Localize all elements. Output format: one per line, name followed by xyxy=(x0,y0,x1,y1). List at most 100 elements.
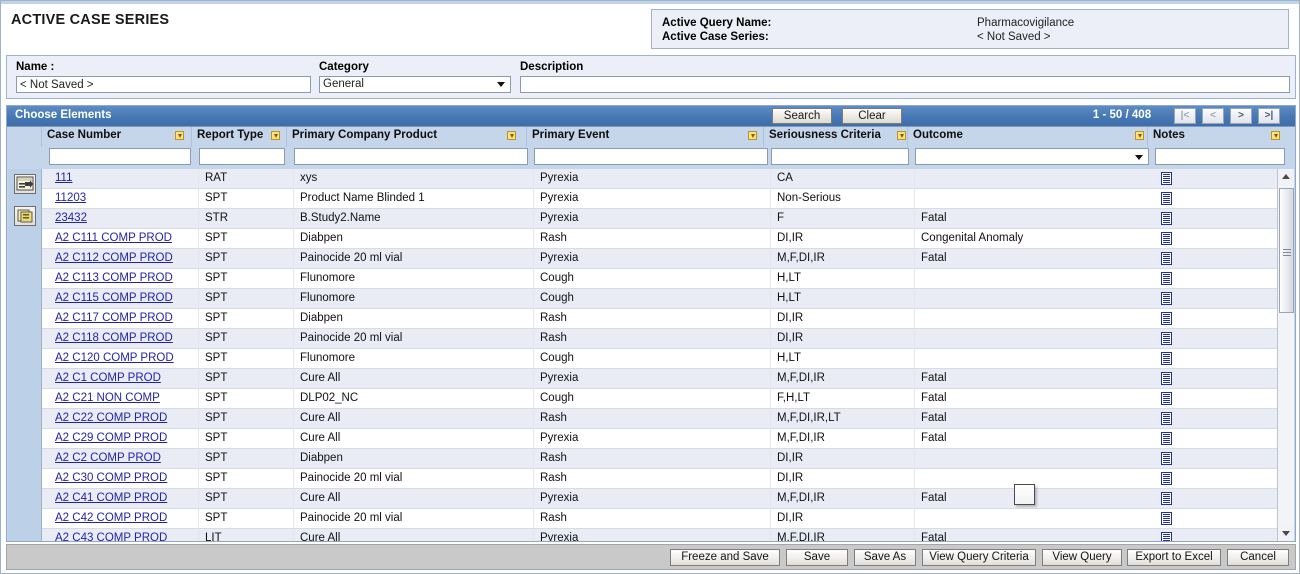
grid-vertical-scrollbar[interactable] xyxy=(1277,169,1294,541)
table-row[interactable]: 11203 SPT Product Name Blinded 1 Pyrexia Non… xyxy=(42,189,1278,209)
notes-icon[interactable] xyxy=(1161,352,1172,365)
notes-icon[interactable] xyxy=(1161,492,1172,505)
column-menu-icon[interactable] xyxy=(507,131,516,140)
filter-select-outcome[interactable] xyxy=(915,148,1149,165)
table-row[interactable]: 111 RAT xys Pyrexia CA xyxy=(42,169,1278,189)
table-row[interactable]: A2 C117 COMP PROD SPT Diabpen Rash DI,IR xyxy=(42,309,1278,329)
column-menu-icon[interactable] xyxy=(175,131,184,140)
search-button[interactable]: Search xyxy=(772,108,832,124)
column-header-report-type[interactable]: Report Type xyxy=(197,129,263,141)
case-number-link[interactable]: A2 C30 COMP PROD xyxy=(55,472,192,484)
notes-icon[interactable] xyxy=(1161,252,1172,265)
table-row[interactable]: A2 C22 COMP PROD SPT Cure All Rash M,F,DI,IR… xyxy=(42,409,1278,429)
pagination-prev-button[interactable]: < xyxy=(1202,108,1224,124)
save-button[interactable]: Save xyxy=(786,549,848,566)
remove-from-case-series-icon[interactable] xyxy=(14,206,36,226)
table-row[interactable]: A2 C41 COMP PROD SPT Cure All Pyrexia M,F,DI… xyxy=(42,489,1278,509)
description-input[interactable] xyxy=(520,76,1290,93)
table-row[interactable]: A2 C2 COMP PROD SPT Diabpen Rash DI,IR xyxy=(42,449,1278,469)
filter-input-notes[interactable] xyxy=(1155,148,1285,165)
case-number-link[interactable]: A2 C21 NON COMP xyxy=(55,392,192,404)
column-header-notes[interactable]: Notes xyxy=(1153,129,1185,141)
notes-icon[interactable] xyxy=(1161,372,1172,385)
column-menu-icon[interactable] xyxy=(1271,131,1280,140)
case-number-link[interactable]: A2 C41 COMP PROD xyxy=(55,492,192,504)
view-query-button[interactable]: View Query xyxy=(1042,549,1122,566)
case-number-link[interactable]: A2 C1 COMP PROD xyxy=(55,372,192,384)
freeze-and-save-button[interactable]: Freeze and Save xyxy=(670,549,780,566)
table-row[interactable]: A2 C118 COMP PROD SPT Painocide 20 ml vial… xyxy=(42,329,1278,349)
name-input[interactable] xyxy=(16,76,311,93)
notes-icon[interactable] xyxy=(1161,172,1172,185)
table-row[interactable]: A2 C42 COMP PROD SPT Painocide 20 ml vial R… xyxy=(42,509,1278,529)
case-number-link[interactable]: 23432 xyxy=(55,212,192,224)
case-number-link[interactable]: A2 C117 COMP PROD xyxy=(55,312,192,324)
column-menu-icon[interactable] xyxy=(897,131,906,140)
notes-icon[interactable] xyxy=(1161,312,1172,325)
clear-button[interactable]: Clear xyxy=(842,108,902,124)
table-row[interactable]: A2 C113 COMP PROD SPT Flunomore Cough H,LT xyxy=(42,269,1278,289)
table-row[interactable]: A2 C43 COMP PROD LIT Cure All Pyrexia M,F,DI… xyxy=(42,529,1278,541)
notes-icon[interactable] xyxy=(1161,452,1172,465)
column-header-primary-event[interactable]: Primary Event xyxy=(532,129,609,141)
notes-icon[interactable] xyxy=(1161,212,1172,225)
case-number-link[interactable]: A2 C112 COMP PROD xyxy=(55,252,192,264)
notes-icon[interactable] xyxy=(1161,232,1172,245)
scroll-up-icon[interactable] xyxy=(1278,169,1294,185)
save-as-button[interactable]: Save As xyxy=(854,549,916,566)
pagination-last-button[interactable]: >| xyxy=(1258,108,1280,124)
table-row[interactable]: 23432 STR B.Study2.Name Pyrexia F Fatal xyxy=(42,209,1278,229)
filter-input-seriousness-criteria[interactable] xyxy=(771,148,909,165)
case-number-link[interactable]: 111 xyxy=(55,172,192,184)
table-row[interactable]: A2 C21 NON COMP SPT DLP02_NC Cough F,H,LT Fat… xyxy=(42,389,1278,409)
notes-icon[interactable] xyxy=(1161,512,1172,525)
case-number-link[interactable]: A2 C115 COMP PROD xyxy=(55,292,192,304)
category-select[interactable]: General xyxy=(319,76,511,93)
case-number-link[interactable]: A2 C43 COMP PROD xyxy=(55,532,192,541)
filter-input-case-number[interactable] xyxy=(49,148,191,165)
notes-icon[interactable] xyxy=(1161,332,1172,345)
scroll-down-icon[interactable] xyxy=(1278,525,1294,541)
notes-icon[interactable] xyxy=(1161,272,1172,285)
case-number-link[interactable]: A2 C29 COMP PROD xyxy=(55,432,192,444)
column-header-seriousness-criteria[interactable]: Seriousness Criteria xyxy=(769,129,881,141)
table-row[interactable]: A2 C111 COMP PROD SPT Diabpen Rash DI,IR Cong… xyxy=(42,229,1278,249)
column-header-outcome[interactable]: Outcome xyxy=(913,129,963,141)
table-row[interactable]: A2 C30 COMP PROD SPT Painocide 20 ml vial R… xyxy=(42,469,1278,489)
filter-input-primary-company-product[interactable] xyxy=(294,148,528,165)
notes-icon[interactable] xyxy=(1161,412,1172,425)
column-menu-icon[interactable] xyxy=(271,131,280,140)
table-row[interactable]: A2 C115 COMP PROD SPT Flunomore Cough H,LT xyxy=(42,289,1278,309)
case-number-link[interactable]: A2 C111 COMP PROD xyxy=(55,232,192,244)
scrollbar-thumb[interactable] xyxy=(1279,188,1294,313)
export-to-excel-button[interactable]: Export to Excel xyxy=(1127,549,1221,566)
notes-icon[interactable] xyxy=(1161,472,1172,485)
column-menu-icon[interactable] xyxy=(1135,131,1144,140)
notes-icon[interactable] xyxy=(1161,292,1172,305)
case-number-link[interactable]: A2 C120 COMP PROD xyxy=(55,352,192,364)
case-number-link[interactable]: A2 C2 COMP PROD xyxy=(55,452,192,464)
notes-icon[interactable] xyxy=(1161,192,1172,205)
notes-icon[interactable] xyxy=(1161,532,1172,541)
column-header-primary-company-product[interactable]: Primary Company Product xyxy=(292,129,437,141)
column-menu-icon[interactable] xyxy=(748,131,757,140)
table-row[interactable]: A2 C29 COMP PROD SPT Cure All Pyrexia M,F,DI… xyxy=(42,429,1278,449)
pagination-next-button[interactable]: > xyxy=(1230,108,1252,124)
pagination-first-button[interactable]: |< xyxy=(1174,108,1196,124)
table-row[interactable]: A2 C112 COMP PROD SPT Painocide 20 ml vial… xyxy=(42,249,1278,269)
case-number-link[interactable]: A2 C118 COMP PROD xyxy=(55,332,192,344)
case-number-link[interactable]: A2 C22 COMP PROD xyxy=(55,412,192,424)
column-header-case-number[interactable]: Case Number xyxy=(47,129,121,141)
add-to-case-series-icon[interactable] xyxy=(14,174,36,194)
filter-input-report-type[interactable] xyxy=(199,148,285,165)
cancel-button[interactable]: Cancel xyxy=(1227,549,1289,566)
notes-icon[interactable] xyxy=(1161,392,1172,405)
case-number-link[interactable]: A2 C42 COMP PROD xyxy=(55,512,192,524)
case-number-link[interactable]: 11203 xyxy=(55,192,192,204)
filter-input-primary-event[interactable] xyxy=(534,148,768,165)
table-row[interactable]: A2 C120 COMP PROD SPT Flunomore Cough H,LT xyxy=(42,349,1278,369)
table-row[interactable]: A2 C1 COMP PROD SPT Cure All Pyrexia M,F,DI,… xyxy=(42,369,1278,389)
case-number-link[interactable]: A2 C113 COMP PROD xyxy=(55,272,192,284)
notes-icon[interactable] xyxy=(1161,432,1172,445)
view-query-criteria-button[interactable]: View Query Criteria xyxy=(922,549,1036,566)
